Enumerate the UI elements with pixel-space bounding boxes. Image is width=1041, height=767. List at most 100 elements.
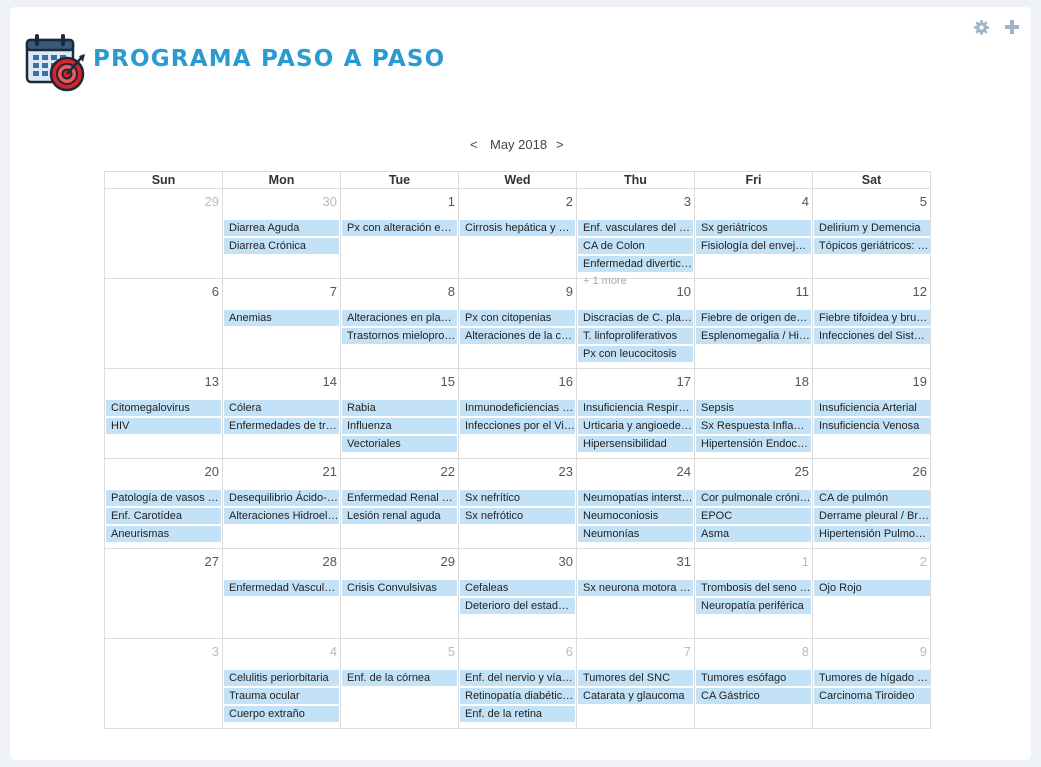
calendar-event[interactable]: Enfermedades de transmisión sexual — [224, 418, 339, 434]
calendar-event[interactable]: Enfermedad Vascular Cerebral — [224, 580, 339, 596]
more-events-link[interactable]: + 1 more — [583, 275, 627, 287]
calendar-event[interactable]: Tumores del SNC — [578, 670, 693, 686]
calendar-event[interactable]: Urticaria y angioedema — [578, 418, 693, 434]
calendar-event[interactable]: Patología de vasos linfáticos — [106, 490, 221, 506]
calendar-event[interactable]: Citomegalovirus — [106, 400, 221, 416]
calendar-event[interactable]: Px con citopenias — [460, 310, 575, 326]
day-number: 21 — [322, 464, 337, 479]
day-number: 4 — [801, 194, 809, 209]
calendar-event[interactable]: Trastornos mieloproliferativos — [342, 328, 457, 344]
calendar-event[interactable]: Fiebre tifoidea y brucelosis — [814, 310, 930, 326]
calendar-event[interactable]: Enf. del nervio y vías ópticas — [460, 670, 575, 686]
next-month-button[interactable]: > — [556, 137, 564, 152]
prev-month-button[interactable]: < — [470, 137, 478, 152]
calendar-event[interactable]: HIV — [106, 418, 221, 434]
calendar-event[interactable]: Tumores de hígado y páncreas — [814, 670, 930, 686]
calendar-event[interactable]: Inmunodeficiencias primarias — [460, 400, 575, 416]
calendar-event[interactable]: Trombosis del seno cavernoso — [696, 580, 811, 596]
calendar-event[interactable]: Rabia — [342, 400, 457, 416]
calendar-event[interactable]: Enf. de la retina — [460, 706, 575, 722]
calendar-event[interactable]: Neumonías — [578, 526, 693, 542]
day-cell[interactable]: 27 — [104, 549, 222, 639]
day-number: 31 — [676, 554, 691, 569]
calendar-event[interactable]: Retinopatía diabética e hipertensiva — [460, 688, 575, 704]
calendar-event[interactable]: Asma — [696, 526, 811, 542]
calendar-event[interactable]: Lesión renal aguda — [342, 508, 457, 524]
calendar-event[interactable]: Carcinoma Tiroideo — [814, 688, 930, 704]
calendar-event[interactable]: Desequilibrio Ácido-Base — [224, 490, 339, 506]
calendar-event[interactable]: Cólera — [224, 400, 339, 416]
day-number: 22 — [440, 464, 455, 479]
calendar-event[interactable]: Infecciones del Sistema Nervioso — [814, 328, 930, 344]
calendar-event[interactable]: Enfermedad diverticular — [578, 256, 693, 272]
calendar-event[interactable]: Infecciones por el Virus del Papiloma — [460, 418, 575, 434]
calendar-grid: Sun Mon Tue Wed Thu Fri Sat 29 30 1 2 3 4 5 6 7 8 9 10 11 12… — [104, 171, 931, 730]
calendar-event[interactable]: Alteraciones de la coagulación — [460, 328, 575, 344]
calendar-event[interactable]: EPOC — [696, 508, 811, 524]
calendar-event[interactable]: Deterioro del estado de alerta — [460, 598, 575, 614]
calendar-event[interactable]: Cirrosis hepática y complicaciones — [460, 220, 575, 236]
calendar-event[interactable]: Px con leucocitosis — [578, 346, 693, 362]
plus-icon[interactable] — [1005, 20, 1019, 34]
calendar-event[interactable]: Crisis Convulsivas — [342, 580, 457, 596]
calendar-event[interactable]: Trauma ocular — [224, 688, 339, 704]
calendar-event[interactable]: Neumopatías intersticiales — [578, 490, 693, 506]
day-number: 6 — [211, 284, 219, 299]
calendar-event[interactable]: Px con alteración en la micción — [342, 220, 457, 236]
calendar-event[interactable]: Alteraciones Hidroelectrolíticas — [224, 508, 339, 524]
calendar-event[interactable]: Hipersensibilidad — [578, 436, 693, 452]
calendar-event[interactable]: CA Gástrico — [696, 688, 811, 704]
calendar-event[interactable]: Anemias — [224, 310, 339, 326]
day-number: 30 — [558, 554, 573, 569]
calendar-event[interactable]: Neumoconiosis — [578, 508, 693, 524]
calendar-event[interactable]: Discracias de C. plasmáticas — [578, 310, 693, 326]
calendar-event[interactable]: Diarrea Crónica — [224, 238, 339, 254]
calendar-event[interactable]: Sx nefrótico — [460, 508, 575, 524]
calendar-event[interactable]: Enfermedad Renal Crónica — [342, 490, 457, 506]
calendar-event[interactable]: Insuficiencia Venosa — [814, 418, 930, 434]
calendar-event[interactable]: Ojo Rojo — [814, 580, 930, 596]
calendar-event[interactable]: Cuerpo extraño — [224, 706, 339, 722]
calendar-event[interactable]: Vectoriales — [342, 436, 457, 452]
calendar-event[interactable]: Insuficiencia Arterial — [814, 400, 930, 416]
calendar-event[interactable]: Sx geriátricos — [696, 220, 811, 236]
calendar-event[interactable]: Diarrea Aguda — [224, 220, 339, 236]
calendar-event[interactable]: Fiebre de origen desconocido — [696, 310, 811, 326]
calendar-event[interactable]: Sepsis — [696, 400, 811, 416]
calendar-event[interactable]: Hipertensión Pulmonar — [814, 526, 930, 542]
calendar-event[interactable]: Sx nefrítico — [460, 490, 575, 506]
calendar-event[interactable]: Alteraciones en plaquetas — [342, 310, 457, 326]
day-cell[interactable]: 29 — [104, 189, 222, 279]
calendar-event[interactable]: Aneurismas — [106, 526, 221, 542]
calendar-event[interactable]: T. linfoproliferativos — [578, 328, 693, 344]
calendar-event[interactable]: Sx neurona motora Superior — [578, 580, 693, 596]
calendar-event[interactable]: Delirium y Demencia — [814, 220, 930, 236]
calendar-event[interactable]: Fisiología del envejecimiento — [696, 238, 811, 254]
calendar-event[interactable]: Enf. de la córnea — [342, 670, 457, 686]
calendar-event[interactable]: Celulitis periorbitaria — [224, 670, 339, 686]
calendar-event[interactable]: Tumores esófago — [696, 670, 811, 686]
calendar-event[interactable]: Tópicos geriátricos: Polifarmacia — [814, 238, 930, 254]
calendar-event[interactable]: Insuficiencia Respiratoria — [578, 400, 693, 416]
calendar-event[interactable]: Derrame pleural / Broncoscopia — [814, 508, 930, 524]
day-number: 28 — [322, 554, 337, 569]
calendar-event[interactable]: Cor pulmonale crónico — [696, 490, 811, 506]
day-number: 29 — [204, 194, 219, 209]
calendar-event[interactable]: Neuropatía periférica — [696, 598, 811, 614]
day-number: 30 — [322, 194, 337, 209]
gear-icon[interactable] — [974, 20, 989, 35]
day-number: 8 — [447, 284, 455, 299]
calendar-event[interactable]: Catarata y glaucoma — [578, 688, 693, 704]
calendar-event[interactable]: Influenza — [342, 418, 457, 434]
day-number: 1 — [447, 194, 455, 209]
day-cell[interactable]: 6 — [104, 279, 222, 369]
day-cell[interactable]: 3 — [104, 639, 222, 729]
calendar-event[interactable]: CA de pulmón — [814, 490, 930, 506]
calendar-event[interactable]: Sx Respuesta Inflamatoria — [696, 418, 811, 434]
calendar-event[interactable]: Esplenomegalia / Hiperesplenismo — [696, 328, 811, 344]
calendar-event[interactable]: Enf. vasculares del hígado — [578, 220, 693, 236]
calendar-event[interactable]: CA de Colon — [578, 238, 693, 254]
calendar-event[interactable]: Enf. Carotídea — [106, 508, 221, 524]
calendar-event[interactable]: Cefaleas — [460, 580, 575, 596]
calendar-event[interactable]: Hipertensión Endocraneal — [696, 436, 811, 452]
